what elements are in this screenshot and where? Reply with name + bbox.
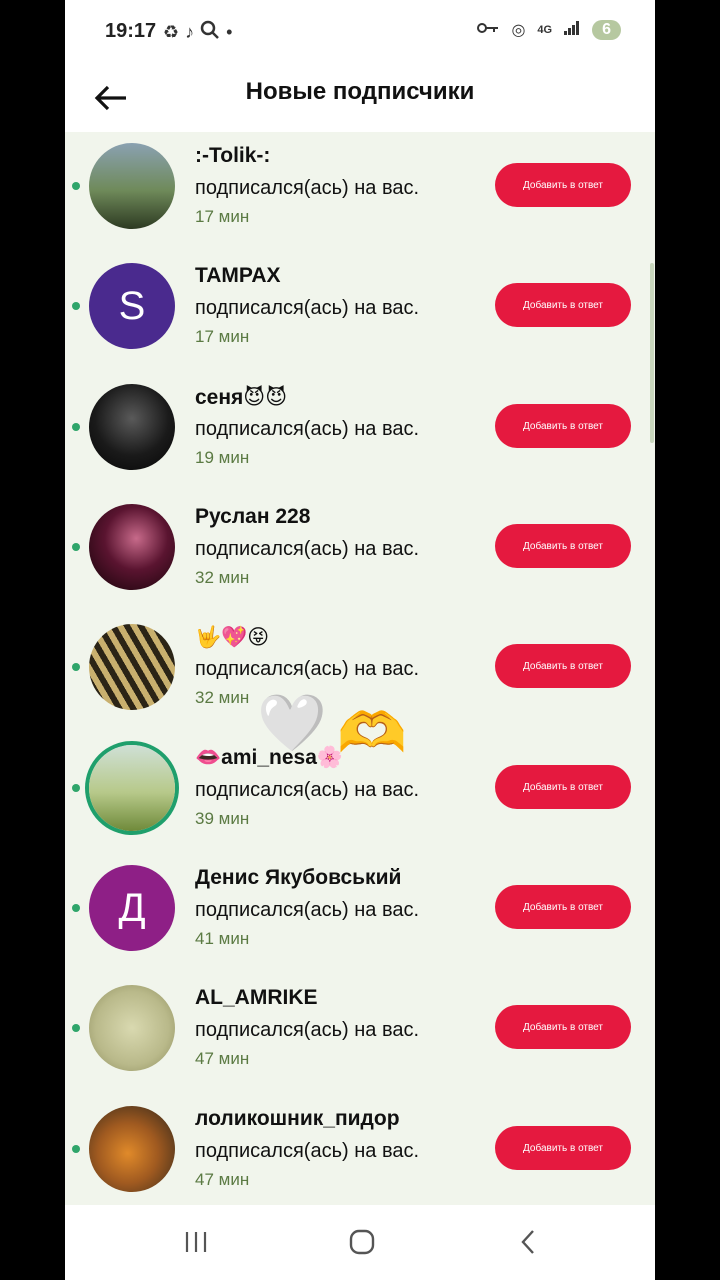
page-title: Новые подписчики (245, 78, 475, 105)
follow-back-button[interactable]: Добавить в ответ (495, 644, 631, 688)
online-dot (72, 302, 80, 310)
follow-action-text: подписался(ась) на вас. (195, 658, 420, 680)
follower-row[interactable]: S TAMPAX подписался(ась) на вас. 17 мин … (65, 252, 655, 372)
follow-time: 47 мин (195, 1170, 250, 1189)
avatar[interactable] (89, 1106, 175, 1192)
system-back-button[interactable] (508, 1227, 548, 1257)
follow-action-text: подписался(ась) на вас. (195, 1140, 420, 1162)
recent-apps-button[interactable] (176, 1227, 216, 1257)
follower-name[interactable]: Руслан 228 (195, 505, 310, 529)
follower-row[interactable]: :-Tolik-: подписался(ась) на вас. 17 мин… (65, 132, 655, 252)
follower-name[interactable]: лоликошник_пидор (195, 1107, 400, 1131)
system-nav-bar (65, 1205, 655, 1280)
follow-back-button[interactable]: Добавить в ответ (495, 765, 631, 809)
online-dot (72, 784, 80, 792)
follow-action-text: подписался(ась) на вас. (195, 297, 420, 319)
follower-row[interactable]: Руслан 228 подписался(ась) на вас. 32 ми… (65, 493, 655, 613)
key-icon (477, 21, 499, 40)
avatar[interactable] (89, 745, 175, 831)
avatar[interactable] (89, 985, 175, 1071)
avatar[interactable] (89, 504, 175, 590)
followers-list[interactable]: :-Tolik-: подписался(ась) на вас. 17 мин… (65, 132, 655, 1205)
follow-back-button[interactable]: Добавить в ответ (495, 885, 631, 929)
follower-name[interactable]: Денис Якубовський (195, 866, 401, 890)
avatar[interactable] (89, 143, 175, 229)
online-dot (72, 543, 80, 551)
tiktok-icon: ♪ (185, 22, 195, 42)
follow-time: 17 мин (195, 327, 250, 346)
hotspot-icon: ◎ (511, 22, 526, 39)
chevron-left-icon (521, 1230, 534, 1254)
follower-row[interactable]: лоликошник_пидор подписался(ась) на вас.… (65, 1095, 655, 1215)
status-bar: 19:17 ♻ ♪ • ◎ 4G 6 (65, 0, 655, 66)
follow-action-text: подписался(ась) на вас. (195, 899, 420, 921)
follow-time: 47 мин (195, 1049, 250, 1068)
follow-action-text: подписался(ась) на вас. (195, 538, 420, 560)
follow-time: 32 мин (195, 568, 250, 587)
follow-back-button[interactable]: Добавить в ответ (495, 283, 631, 327)
recents-icon (185, 1232, 207, 1252)
follow-back-button[interactable]: Добавить в ответ (495, 163, 631, 207)
follow-action-text: подписался(ась) на вас. (195, 779, 420, 801)
home-button[interactable] (342, 1227, 382, 1257)
follow-back-button[interactable]: Добавить в ответ (495, 1126, 631, 1170)
online-dot (72, 904, 80, 912)
avatar[interactable]: Д (89, 865, 175, 951)
floating-heart-sticker: 🤍 (257, 691, 327, 754)
online-dot (72, 1024, 80, 1032)
follow-time: 41 мин (195, 929, 250, 948)
notification-dot-icon: • (226, 22, 233, 42)
follow-time: 32 мин (195, 688, 250, 707)
follow-time: 19 мин (195, 448, 250, 467)
follow-back-button[interactable]: Добавить в ответ (495, 1005, 631, 1049)
follow-time: 17 мин (195, 207, 250, 226)
follow-action-text: подписался(ась) на вас. (195, 1019, 420, 1041)
follower-row[interactable]: Д Денис Якубовський подписался(ась) на в… (65, 854, 655, 974)
search-icon (200, 20, 220, 45)
online-dot (72, 423, 80, 431)
follower-name[interactable]: сеня😈😈 (195, 385, 287, 410)
follow-action-text: подписался(ась) на вас. (195, 418, 420, 440)
avatar[interactable] (89, 384, 175, 470)
home-icon (349, 1229, 375, 1255)
status-time: 19:17 (105, 20, 157, 42)
scrollbar[interactable] (650, 263, 654, 443)
avatar[interactable]: S (89, 263, 175, 349)
top-bar: Новые подписчики (65, 66, 655, 132)
notification-icons: ♻ ♪ • (163, 20, 232, 45)
follower-row[interactable]: AL_AMRIKE подписался(ась) на вас. 47 мин… (65, 974, 655, 1094)
online-dot (72, 182, 80, 190)
follower-name[interactable]: :-Tolik-: (195, 144, 270, 168)
online-dot (72, 1145, 80, 1153)
app-screen: 19:17 ♻ ♪ • ◎ 4G 6 Новые подписчики:-To… (65, 0, 655, 1280)
avatar[interactable] (89, 624, 175, 710)
signal-icon (564, 20, 580, 40)
system-icons: ◎ 4G 6 (477, 20, 621, 40)
follow-time: 39 мин (195, 809, 250, 828)
recycle-icon: ♻ (163, 22, 180, 42)
network-type: 4G (537, 24, 553, 36)
follower-name[interactable]: AL_AMRIKE (195, 986, 318, 1010)
follower-name[interactable]: TAMPAX (195, 264, 281, 288)
follower-row[interactable]: сеня😈😈 подписался(ась) на вас. 19 мин До… (65, 373, 655, 493)
follow-back-button[interactable]: Добавить в ответ (495, 404, 631, 448)
follow-back-button[interactable]: Добавить в ответ (495, 524, 631, 568)
heart-hands-sticker: 🫶 (337, 701, 407, 764)
follower-name[interactable]: 🤟💖😝 (195, 625, 269, 650)
online-dot (72, 663, 80, 671)
battery-indicator: 6 (592, 20, 621, 40)
follow-action-text: подписался(ась) на вас. (195, 177, 420, 199)
